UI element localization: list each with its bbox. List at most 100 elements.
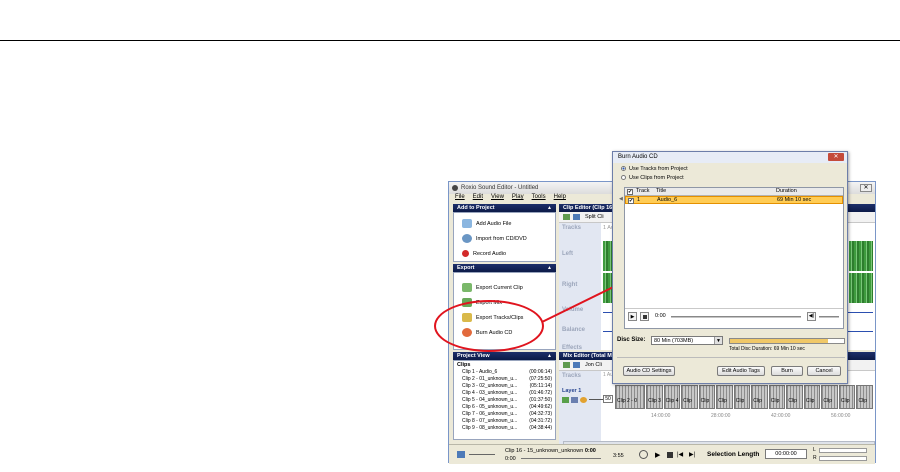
edit-audio-tags-button[interactable]: Edit Audio Tags (717, 366, 765, 376)
radio-selected-icon (621, 166, 626, 171)
previous-icon[interactable]: |◀ (677, 451, 683, 458)
mix-clip-block[interactable]: Clip (716, 385, 733, 409)
position-slider[interactable] (521, 458, 601, 459)
mix-clip-block[interactable]: Clip (751, 385, 768, 409)
layer-lock-icon[interactable] (571, 397, 578, 403)
mix-clip-block[interactable]: Clip 4 (663, 385, 681, 409)
menu-edit[interactable]: Edit (473, 194, 483, 203)
disc-usage-bar (729, 338, 845, 344)
mix-clip-block[interactable]: Clip (681, 385, 698, 409)
list-item[interactable]: Clip 8 - 07_unknown_u... (04:31:72) (454, 418, 555, 425)
mix-clip-block[interactable]: Clip (786, 385, 803, 409)
mix-clip-block[interactable]: Clip (838, 385, 856, 409)
list-item[interactable]: Clip 2 - 01_unknown_u... (07:25:50) (454, 376, 555, 383)
dialog-title-bar: Burn Audio CD (613, 152, 847, 163)
record-audio-link[interactable]: Record Audio (454, 246, 555, 261)
disc-size-select[interactable]: 80 Min (703MB) ▼ (651, 336, 723, 345)
preview-seek-slider[interactable] (671, 316, 801, 318)
mix-redo-icon[interactable] (573, 362, 580, 368)
mix-clip-block[interactable]: Clip (768, 385, 786, 409)
join-clips-button[interactable]: Jon Cli (585, 362, 602, 368)
loop-icon[interactable] (639, 450, 648, 459)
timeline-tick-label: 42:00:00 (771, 413, 791, 419)
clip-name: Clip 2 - 01_unknown_u... (462, 376, 518, 382)
clips-tree-root[interactable]: Clips (454, 362, 555, 369)
duration-column-header[interactable]: Duration (774, 188, 834, 195)
undo-icon[interactable] (563, 214, 570, 220)
mix-clip-block[interactable]: Clip (698, 385, 716, 409)
menu-view[interactable]: View (491, 194, 504, 203)
table-row[interactable]: ✔ 1 Audio_6 69 Min 10 sec (625, 196, 843, 204)
preview-volume-slider[interactable] (819, 316, 839, 318)
layer-add-icon[interactable] (562, 397, 569, 403)
clip-duration: (01:37:50) (529, 397, 552, 403)
window-close-button[interactable]: ✕ (860, 184, 872, 192)
mix-clip-block[interactable]: Clip (821, 385, 838, 409)
audio-cd-settings-button[interactable]: Audio CD Settings (623, 366, 675, 376)
disc-size-label: Disc Size: (617, 337, 646, 343)
mix-clip-label: Clip (718, 398, 727, 404)
menu-play[interactable]: Play (512, 194, 524, 203)
menu-file[interactable]: File (455, 194, 465, 203)
add-to-project-header[interactable]: Add to Project ▲ (453, 204, 556, 212)
clip-name: Clip 9 - 08_unknown_u... (462, 425, 518, 431)
stop-icon[interactable] (640, 312, 649, 321)
row-checkbox[interactable]: ✔ (628, 198, 634, 204)
mix-tracks-label: Tracks (562, 373, 582, 379)
position-end: 3:55 (613, 453, 624, 459)
play-icon[interactable]: ▶ (628, 312, 637, 321)
clip-duration: (04:38:44) (529, 425, 552, 431)
timeline-tick-label: 28:00:00 (711, 413, 731, 419)
header-checkbox[interactable]: ✔ (627, 189, 633, 195)
list-item[interactable]: Clip 7 - 06_unknown_u... (04:32:73) (454, 411, 555, 418)
timeline-tick-label: 14:00:00 (651, 413, 671, 419)
burn-button[interactable]: Burn (771, 366, 803, 376)
add-audio-file-link[interactable]: Add Audio File (454, 216, 555, 231)
dialog-close-button[interactable]: ✕ (828, 153, 844, 161)
player-divider (625, 308, 843, 309)
next-icon[interactable]: ▶| (689, 451, 695, 458)
layer-speaker-icon[interactable] (580, 397, 587, 403)
preview-position: 0:00 (655, 313, 666, 319)
mix-clip-block[interactable]: Clip 3 (646, 385, 663, 409)
list-item[interactable]: Clip 3 - 02_unknown_u... (05:11:14) (454, 383, 555, 390)
mix-clip-block[interactable]: Clip (856, 385, 873, 409)
volume-icon[interactable]: ◀) (807, 312, 816, 321)
clip-list: Clip 1 - Audio_6 (00:06:14) Clip 2 - 01_un… (454, 369, 555, 432)
title-column-header[interactable]: Title (654, 188, 774, 195)
row-duration: 69 Min 10 sec (777, 197, 812, 203)
stop-icon[interactable] (667, 452, 673, 458)
track-column-header[interactable]: Track (634, 188, 654, 195)
mix-clip-block[interactable]: Clip 2 - 0 (615, 385, 646, 409)
chevron-down-icon[interactable]: ▼ (714, 337, 722, 344)
import-cd-link[interactable]: Import from CD/DVD (454, 231, 555, 246)
play-icon[interactable]: ▶ (655, 451, 660, 459)
speaker-icon[interactable] (457, 451, 465, 458)
collapse-icon[interactable]: ▲ (547, 205, 552, 211)
mix-clip-block[interactable]: Clip (803, 385, 821, 409)
left-waveform-end[interactable] (849, 241, 873, 271)
use-tracks-radio[interactable]: Use Tracks from Project (621, 164, 688, 173)
layer-volume-slider[interactable] (589, 399, 603, 400)
mix-undo-icon[interactable] (563, 362, 570, 368)
cancel-button[interactable]: Cancel (807, 366, 841, 376)
redo-icon[interactable] (573, 214, 580, 220)
mix-clip-label: Clip 4 (665, 398, 679, 404)
project-view-header[interactable]: Project View ▲ (453, 352, 556, 360)
list-item[interactable]: Clip 5 - 04_unknown_u... (01:37:50) (454, 397, 555, 404)
clip-duration: (04:31:72) (529, 418, 552, 424)
list-item[interactable]: Clip 6 - 05_unknown_u... (04:49:62) (454, 404, 555, 411)
menu-help[interactable]: Help (554, 194, 566, 203)
list-item[interactable]: Clip 4 - 03_unknown_u... (01:46:72) (454, 390, 555, 397)
menu-tools[interactable]: Tools (532, 194, 546, 203)
layer-volume-value[interactable]: 50 (603, 395, 613, 403)
use-clips-radio[interactable]: Use Clips from Project (621, 173, 688, 182)
collapse-icon[interactable]: ▲ (547, 353, 552, 359)
split-clip-button[interactable]: Split Cli (585, 214, 604, 220)
master-volume-slider[interactable] (469, 454, 495, 455)
selection-length-field[interactable]: 00:00:00 (765, 449, 807, 459)
right-waveform-end[interactable] (849, 273, 873, 303)
list-item[interactable]: Clip 9 - 08_unknown_u... (04:38:44) (454, 425, 555, 432)
list-item[interactable]: Clip 1 - Audio_6 (00:06:14) (454, 369, 555, 376)
mix-clip-block[interactable]: Clip (733, 385, 751, 409)
